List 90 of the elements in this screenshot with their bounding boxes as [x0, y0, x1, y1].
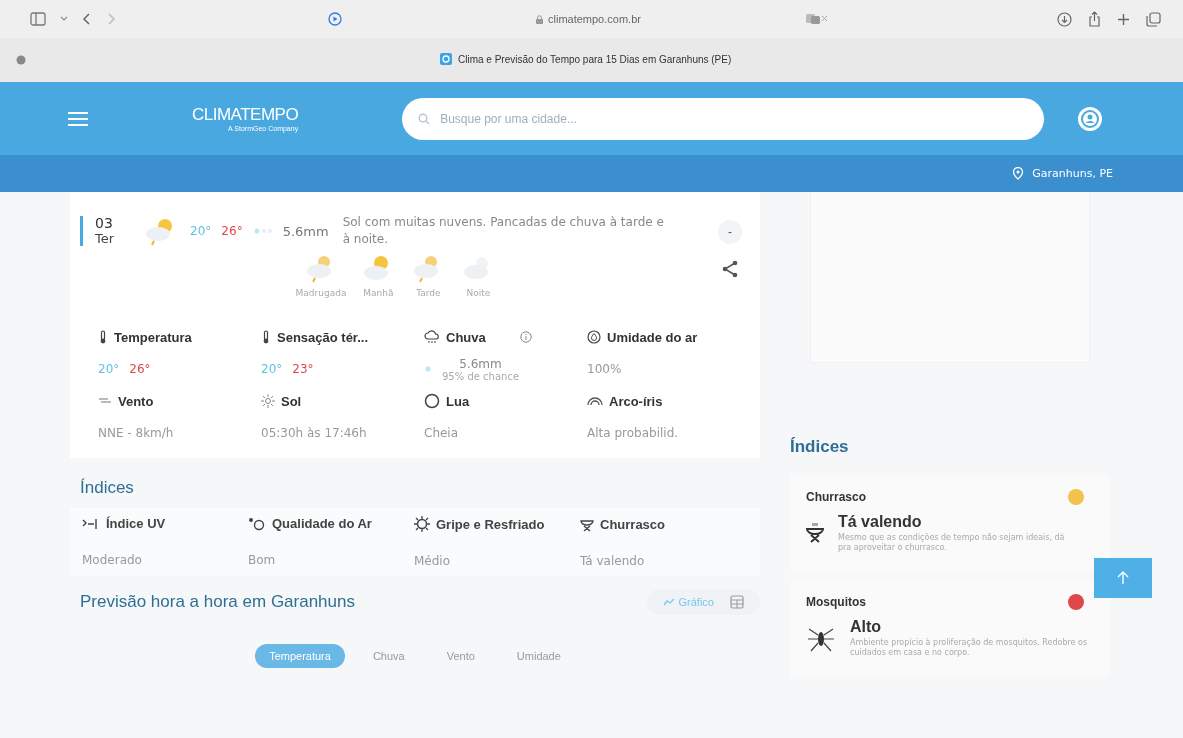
thermometer-icon	[98, 330, 108, 344]
day-weekday: Ter	[95, 231, 115, 246]
detail-label: Arco-íris	[609, 393, 663, 409]
back-icon[interactable]	[82, 12, 92, 26]
detail-value: 100%	[587, 362, 622, 376]
wind-icon	[98, 396, 112, 406]
detail-value: Alta probabilid.	[587, 426, 679, 440]
grill-icon	[806, 522, 824, 545]
rainbow-icon	[587, 396, 603, 406]
index-name: Mosquitos	[806, 594, 866, 609]
period-label: Madrugada	[295, 288, 347, 298]
translate-icon[interactable]	[804, 13, 829, 25]
metric-tab[interactable]: Umidade	[502, 644, 575, 668]
period-label: Tarde	[416, 288, 441, 298]
detail-label: Vento	[118, 393, 154, 409]
section-title: Índices	[80, 478, 135, 498]
search-field[interactable]: Busque por uma cidade...	[402, 97, 1045, 140]
index-name: Churrasco	[806, 490, 867, 504]
day-description: Sol com muitas nuvens. Pancadas de chuva à tarde e à noite.	[342, 214, 665, 248]
rain-amount: 5.6mm	[459, 356, 502, 371]
index-level: Tá valendo	[838, 513, 923, 531]
metric-tab[interactable]: Chuva	[358, 644, 419, 668]
min-temperature: 20°	[98, 362, 120, 376]
index-value: Médio	[414, 554, 452, 568]
metric-tab[interactable]: Temperatura	[255, 644, 345, 668]
detail-label: Lua	[446, 393, 470, 409]
logo-text[interactable]: CLIMATEMPO	[192, 105, 299, 125]
detail-label: Temperatura	[114, 329, 192, 345]
chevron-down-icon[interactable]	[60, 16, 68, 22]
index-description: Mesmo que as condições de tempo não sejam ideais, dá pra aproveitar o churrasco.	[838, 533, 1066, 554]
min-temperature: 20°	[190, 224, 212, 238]
arrow-up-icon	[1117, 571, 1129, 585]
detail-label: Sensação tér...	[277, 329, 369, 345]
index-name: Índice UV	[106, 516, 166, 531]
lock-icon	[536, 14, 543, 24]
collapse-button[interactable]: -	[718, 220, 742, 244]
min-temperature: 20°	[261, 362, 283, 376]
detail-label: Umidade do ar	[607, 329, 698, 345]
index-value: Tá valendo	[580, 554, 646, 568]
tabs-overview-icon[interactable]	[1146, 11, 1161, 27]
period-label: Noite	[466, 288, 491, 298]
section-title: Índices	[790, 437, 850, 457]
info-icon[interactable]	[519, 331, 532, 343]
menu-icon[interactable]	[68, 111, 88, 126]
moon-icon	[424, 393, 440, 409]
sidebar-icon[interactable]	[30, 12, 46, 26]
detail-label: Chuva	[446, 329, 486, 345]
max-temperature: 23°	[292, 362, 314, 376]
detail-value: NNE - 8km/h	[98, 426, 174, 440]
metric-tab[interactable]: Vento	[432, 644, 489, 668]
table-view-icon[interactable]	[730, 595, 744, 609]
extension-icon[interactable]	[16, 55, 26, 65]
index-name: Churrasco	[600, 516, 666, 532]
virus-icon	[414, 516, 430, 532]
uv-icon	[82, 517, 100, 530]
location-link[interactable]: Garanhuns, PE	[1012, 167, 1113, 180]
detail-label: Sol	[281, 393, 302, 409]
user-icon[interactable]	[1077, 105, 1103, 132]
location-pin-icon	[1012, 167, 1025, 180]
index-name: Gripe e Resfriado	[436, 516, 545, 532]
line-chart-icon	[662, 598, 675, 606]
sun-icon	[261, 394, 275, 408]
raindrop-icon	[424, 365, 432, 373]
detail-value: 05:30h às 17:46h	[261, 426, 367, 440]
rain-cloud-icon	[424, 330, 440, 344]
share-icon[interactable]	[1088, 11, 1101, 27]
play-icon[interactable]	[328, 12, 342, 26]
period-label: Manhã	[363, 288, 394, 298]
favicon-icon	[440, 53, 452, 65]
index-name: Qualidade do Ar	[272, 516, 372, 531]
browser-tab[interactable]: Clima e Previsão do Tempo para 15 Dias em Garanhuns (PE)	[440, 53, 732, 65]
max-temperature: 26°	[221, 224, 243, 238]
thermometer-icon	[261, 330, 271, 344]
download-icon[interactable]	[1057, 11, 1072, 27]
drop-icon	[587, 330, 601, 344]
share-icon[interactable]	[722, 260, 738, 278]
index-value: Moderado	[82, 553, 143, 567]
index-value: Bom	[248, 553, 277, 567]
rain-amount: 5.6mm	[282, 223, 329, 239]
index-description: Ambiente propício à proliferação de mosquitos. Redobre os cuidados em casa e no corpo.	[850, 637, 1089, 659]
rain-chance: 95% de chance	[442, 370, 520, 382]
new-tab-icon[interactable]	[1117, 12, 1130, 26]
address-text[interactable]: climatempo.com.br	[548, 13, 641, 25]
section-title: Previsão hora a hora em Garanhuns	[80, 592, 355, 612]
day-date: 03	[95, 216, 114, 232]
detail-value: Cheia	[424, 426, 459, 440]
index-level: Alto	[850, 617, 883, 636]
air-quality-icon	[248, 516, 266, 531]
raindrop-icon	[252, 227, 273, 235]
max-temperature: 26°	[129, 362, 151, 376]
